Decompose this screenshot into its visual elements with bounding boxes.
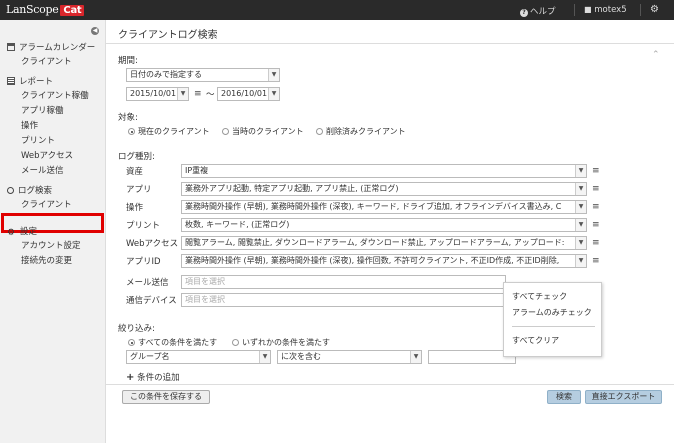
date-to-select[interactable]: 2016/10/01 ▼ [217, 87, 280, 101]
chevron-down-icon: ▼ [259, 351, 270, 363]
logtype-app-label: アプリ [126, 185, 152, 195]
main-panel: クライアントログ検索 ⌃ 期間: 日付のみで指定する ▼ 2015/10/01 ▼ … [106, 20, 674, 443]
chevron-down-icon: ▼ [575, 165, 586, 177]
logtype-asset-select[interactable]: IP重複 ▼ [181, 164, 587, 178]
divider [106, 384, 674, 385]
sidebar-item-alarm-client[interactable]: クライアント [21, 55, 72, 67]
logtype-device-input[interactable]: 項目を選択 [181, 293, 506, 307]
help-icon: ? [520, 9, 528, 17]
plus-icon: + [126, 372, 135, 383]
calendar-menu-icon[interactable]: ≡ [194, 88, 202, 100]
popup-clear-all[interactable]: すべてクリア [512, 335, 559, 346]
filter-op-select[interactable]: に次を含む ▼ [277, 350, 422, 364]
sidebar-group-log-search[interactable]: ログ検索 [7, 184, 52, 196]
chevron-down-icon: ▼ [575, 237, 586, 249]
app-logo: LanScope Cat [6, 3, 85, 16]
sidebar-item-account-settings[interactable]: アカウント設定 [21, 239, 81, 251]
list-menu-icon[interactable]: ≡ [592, 201, 600, 213]
logtype-operation-select[interactable]: 業務時間外操作 (早朝), 業務時間外操作 (深夜), キーワード, ドライブ追… [181, 200, 587, 214]
popup-check-alarm-only[interactable]: アラームのみチェック [512, 307, 592, 318]
collapse-section-icon[interactable]: ⌃ [652, 50, 660, 60]
date-from-select[interactable]: 2015/10/01 ▼ [126, 87, 189, 101]
search-icon [7, 187, 14, 194]
sidebar-item-log-client[interactable]: クライアント [21, 198, 72, 210]
check-options-popup: すべてチェック アラームのみチェック すべてクリア [503, 282, 602, 357]
logtype-device-label: 通信デバイス [126, 296, 177, 306]
list-menu-icon[interactable]: ≡ [592, 219, 600, 231]
search-button[interactable]: 検索 [547, 390, 581, 404]
chevron-down-icon: ▼ [268, 88, 279, 100]
radio-all-conditions[interactable]: すべての条件を満たす [128, 337, 217, 348]
chevron-down-icon: ▼ [575, 219, 586, 231]
logtype-app-select[interactable]: 業務外アプリ起動, 特定アプリ起動, アプリ禁止, (正常ログ) ▼ [181, 182, 587, 196]
logtype-operation-label: 操作 [126, 203, 144, 213]
period-label: 期間: [118, 56, 138, 66]
sidebar: ◀ アラームカレンダー クライアント レポート クライアント稼働 アプリ稼働 操… [0, 20, 106, 443]
filter-label: 絞り込み: [118, 324, 155, 334]
chevron-down-icon: ▼ [177, 88, 188, 100]
chevron-down-icon: ▼ [268, 69, 279, 81]
divider [574, 4, 575, 16]
sidebar-item-operation[interactable]: 操作 [21, 119, 38, 131]
logtype-mail-label: メール送信 [126, 278, 169, 288]
sidebar-group-settings[interactable]: ⚙ 設定 [7, 225, 37, 238]
add-condition-link[interactable]: + 条件の追加 [126, 371, 180, 383]
sidebar-item-app-operation[interactable]: アプリ稼働 [21, 104, 64, 116]
collapse-sidebar-icon[interactable]: ◀ [91, 27, 99, 35]
popup-divider [512, 326, 595, 327]
sidebar-item-web-access[interactable]: Webアクセス [21, 149, 73, 161]
radio-past-client[interactable]: 当時のクライアント [222, 126, 304, 137]
sidebar-item-connection[interactable]: 接続先の変更 [21, 254, 72, 266]
save-condition-button[interactable]: この条件を保存する [122, 390, 210, 404]
logtype-appid-select[interactable]: 業務時間外操作 (早朝), 業務時間外操作 (深夜), 操作回数, 不許可クライ… [181, 254, 587, 268]
logtype-label: ログ種別: [118, 152, 155, 162]
chevron-down-icon: ▼ [575, 201, 586, 213]
report-icon [7, 77, 15, 85]
logtype-mail-input[interactable]: 項目を選択 [181, 275, 506, 289]
direct-export-button[interactable]: 直接エクスポート [585, 390, 662, 404]
popup-check-all[interactable]: すべてチェック [512, 291, 567, 302]
list-menu-icon[interactable]: ≡ [592, 255, 600, 267]
logtype-web-label: Webアクセス [126, 239, 179, 249]
chevron-down-icon: ▼ [575, 255, 586, 267]
logtype-print-label: プリント [126, 221, 161, 231]
divider [106, 43, 674, 44]
logtype-print-select[interactable]: 枚数, キーワード, (正常ログ) ▼ [181, 218, 587, 232]
sidebar-item-client-operation[interactable]: クライアント稼働 [21, 89, 89, 101]
sidebar-group-alarm-calendar[interactable]: アラームカレンダー [7, 41, 95, 53]
user-menu[interactable]: ■ motex5 [584, 5, 627, 15]
gear-icon: ⚙ [7, 228, 16, 238]
sidebar-group-report[interactable]: レポート [7, 75, 53, 87]
sidebar-item-mail[interactable]: メール送信 [21, 164, 64, 176]
user-icon: ■ [584, 5, 592, 14]
chevron-down-icon: ▼ [410, 351, 421, 363]
radio-deleted-client[interactable]: 削除済みクライアント [316, 126, 406, 137]
target-label: 対象: [118, 113, 138, 123]
radio-current-client[interactable]: 現在のクライアント [128, 126, 210, 137]
settings-gear-icon[interactable]: ⚙ [650, 4, 659, 15]
top-bar: LanScope Cat ? ヘルプ ■ motex5 ⚙ [0, 0, 674, 20]
logtype-appid-label: アプリID [126, 257, 161, 267]
page-title: クライアントログ検索 [118, 30, 218, 41]
range-tilde: 〜 [206, 90, 215, 100]
logtype-asset-label: 資産 [126, 167, 144, 177]
filter-field-select[interactable]: グループ名 ▼ [126, 350, 271, 364]
list-menu-icon[interactable]: ≡ [592, 183, 600, 195]
radio-any-condition[interactable]: いずれかの条件を満たす [232, 337, 330, 348]
sidebar-item-print[interactable]: プリント [21, 134, 55, 146]
list-menu-icon[interactable]: ≡ [592, 237, 600, 249]
period-mode-select[interactable]: 日付のみで指定する ▼ [126, 68, 280, 82]
list-menu-icon[interactable]: ≡ [592, 165, 600, 177]
chevron-down-icon: ▼ [575, 183, 586, 195]
logtype-web-select[interactable]: 閲覧アラーム, 閲覧禁止, ダウンロードアラーム, ダウンロード禁止, アップロ… [181, 236, 587, 250]
divider [640, 4, 641, 16]
help-link[interactable]: ? ヘルプ [520, 5, 556, 17]
calendar-icon [7, 43, 15, 51]
